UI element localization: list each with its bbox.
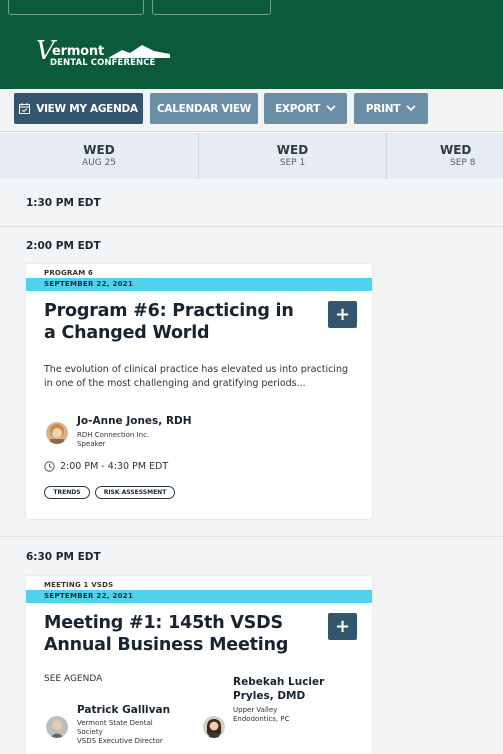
speaker-name[interactable]: Rebekah Lucier (233, 676, 324, 689)
speaker-organization: Vermont State Dental (77, 719, 153, 727)
speaker-organization: Society (77, 728, 103, 736)
speaker-name[interactable]: Patrick Gallivan (77, 704, 170, 717)
session-card[interactable]: MEETING 1 VSDS SEPTEMBER 22, 2021 Meetin… (26, 576, 372, 754)
session-card[interactable]: PROGRAM 6 SEPTEMBER 22, 2021 Program #6:… (26, 264, 372, 519)
add-to-agenda-button[interactable]: + (328, 613, 357, 640)
tag-trends[interactable]: TRENDS (44, 486, 90, 499)
agenda-page: V ermont DENTAL CONFERENCE VIEW MY AGEND… (0, 0, 503, 754)
date-tab-sep-8[interactable]: WED SEP 8 (440, 133, 503, 179)
header-input-box-1[interactable] (8, 0, 144, 15)
date-tab-aug-25[interactable]: WED AUG 25 (0, 133, 198, 179)
tag-risk-assessment[interactable]: RISK ASSESSMENT (95, 486, 175, 499)
speaker-avatar (46, 716, 68, 738)
export-dropdown-button[interactable]: EXPORT (264, 93, 347, 124)
chevron-down-icon (326, 105, 336, 112)
speaker-role: VSDS Executive Director (77, 737, 163, 745)
speaker-name[interactable]: Pryles, DMD (233, 690, 305, 703)
speaker-role: Speaker (77, 440, 106, 448)
session-title[interactable]: Meeting #1: 145th VSDS Annual Business M… (44, 612, 309, 656)
schedule-list: 1:30 PM EDT 2:00 PM EDT PROGRAM 6 SEPTEM… (0, 179, 503, 754)
timeslot-header: 2:00 PM EDT (26, 240, 101, 252)
add-to-agenda-button[interactable]: + (328, 301, 357, 328)
print-dropdown-button[interactable]: PRINT (354, 93, 428, 124)
mountain-icon (108, 45, 170, 58)
date-tab-divider (386, 133, 387, 179)
date-tabs: WED AUG 25 WED SEP 1 WED SEP 8 (0, 133, 503, 180)
date-tab-sep-1[interactable]: WED SEP 1 (199, 133, 386, 179)
vermont-dental-conference-logo[interactable]: V ermont DENTAL CONFERENCE (36, 36, 176, 76)
clock-icon (44, 461, 55, 472)
timeslot-header: 6:30 PM EDT (0, 536, 503, 576)
speaker-name[interactable]: Jo-Anne Jones, RDH (77, 415, 192, 428)
header-input-box-2[interactable] (152, 0, 271, 15)
chevron-down-icon (406, 105, 416, 112)
session-title[interactable]: Program #6: Practicing in a Changed Worl… (44, 300, 309, 344)
agenda-toolbar: VIEW MY AGENDA CALENDAR VIEW EXPORT PRIN… (0, 89, 503, 132)
calendar-check-icon (19, 103, 31, 114)
site-header: V ermont DENTAL CONFERENCE (0, 0, 503, 89)
speaker-avatar (203, 716, 225, 738)
speaker-avatar (46, 422, 68, 444)
speaker-organization: Endodontics, PC (233, 715, 290, 723)
see-agenda-link[interactable]: SEE AGENDA (44, 674, 102, 684)
header-top-row (0, 0, 503, 15)
session-type: PROGRAM 6 (44, 269, 94, 277)
calendar-view-button[interactable]: CALENDAR VIEW (150, 93, 258, 124)
session-type: MEETING 1 VSDS (44, 581, 114, 589)
session-date-band: SEPTEMBER 22, 2021 (26, 278, 372, 291)
session-date-band: SEPTEMBER 22, 2021 (26, 590, 372, 603)
session-time: 2:00 PM - 4:30 PM EDT (44, 461, 168, 472)
view-my-agenda-button[interactable]: VIEW MY AGENDA (14, 93, 143, 124)
session-description: The evolution of clinical practice has e… (44, 364, 348, 389)
speaker-organization: RDH Connection Inc. (77, 431, 150, 439)
speaker-organization: Upper Valley (233, 706, 278, 714)
timeslot-header: 1:30 PM EDT (0, 179, 503, 227)
